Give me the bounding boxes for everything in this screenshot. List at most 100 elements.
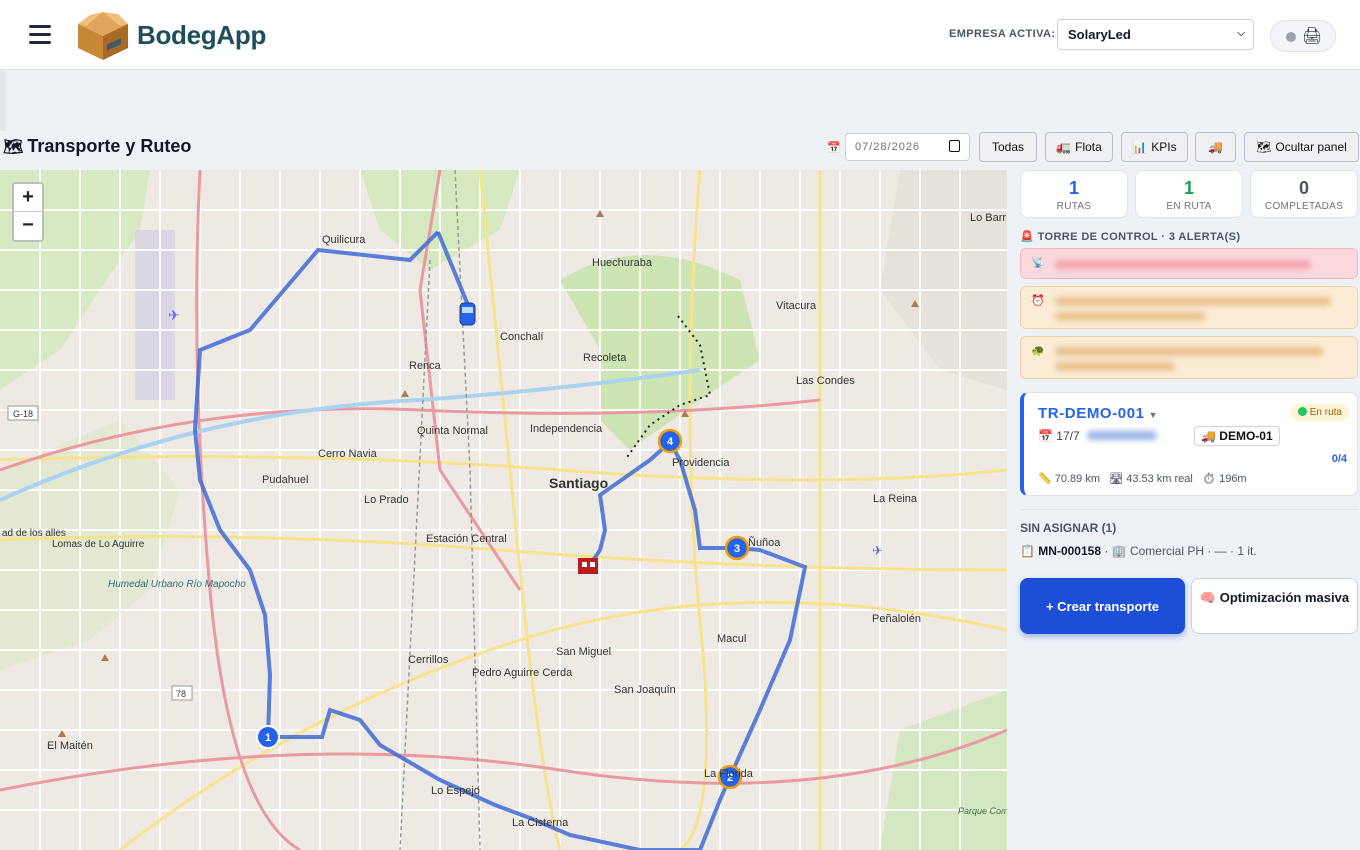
map-label: Lo Prado: [364, 494, 409, 506]
map-label: La Florida: [704, 768, 754, 780]
map-label: Quilicura: [322, 234, 366, 246]
route-map[interactable]: ✈ ✈ 1 2 3 4 Quilicura Huechuraba Vitacur…: [0, 170, 1007, 850]
divider: [1020, 509, 1358, 510]
status-dot-icon: [1286, 32, 1296, 42]
road-icon: 🛣: [1109, 473, 1124, 485]
printer-icon: 🖨: [1302, 28, 1323, 45]
empresa-label: EMPRESA ACTIVA:: [949, 28, 1056, 40]
stop-marker-1[interactable]: 1: [256, 725, 280, 749]
alert-text-redacted: [1055, 362, 1175, 371]
zoom-control: + −: [12, 182, 44, 242]
route-stats: 📏 70.89 km 🛣 43.53 km real ⏱ 196m: [1038, 472, 1247, 485]
airplane-icon: ✈: [872, 543, 883, 558]
left-strip: [0, 71, 6, 131]
route-duration: 196m: [1219, 473, 1247, 485]
hamburger-menu-icon[interactable]: [29, 25, 51, 45]
kpi-completadas: 0 COMPLETADAS: [1250, 170, 1358, 218]
map-icon: 🗺: [3, 139, 24, 156]
map-canvas[interactable]: ✈ ✈ 1 2 3 4 Quilicura Huechuraba Vitacur…: [0, 170, 1007, 850]
map-label: Santiago: [549, 475, 608, 491]
todas-button[interactable]: Todas: [979, 132, 1037, 162]
ocultar-label: Ocultar panel: [1275, 140, 1347, 154]
alert-text-redacted: [1055, 312, 1205, 321]
alert-late[interactable]: ⏰: [1020, 286, 1358, 329]
route-id-text: TR-DEMO-001: [1038, 405, 1145, 422]
alarm-clock-icon: ⏰: [1031, 295, 1045, 307]
route-date: 📅 17/7: [1038, 429, 1157, 443]
kpis-button[interactable]: 📊 KPIs: [1121, 132, 1188, 162]
route-progress: 0/4: [1331, 453, 1347, 465]
map-label: Cerro Navia: [318, 448, 378, 460]
driver-name-redacted: [1087, 431, 1157, 440]
map-label: La Cisterna: [512, 817, 569, 829]
warehouse-marker-icon[interactable]: [578, 558, 598, 574]
road-shield: G-18: [13, 409, 33, 419]
route-id[interactable]: TR-DEMO-001 ▼: [1038, 405, 1158, 422]
map-label: Vitacura: [776, 300, 817, 312]
map-label: Parque Comunitario Bosque Pantanal: [958, 806, 1007, 816]
control-tower-text: TORRE DE CONTROL · 3 ALERTA(S): [1037, 231, 1241, 243]
alert-gps[interactable]: 📡: [1020, 248, 1358, 279]
map-label: Humedal Urbano Río Mapocho: [108, 579, 246, 590]
status-text: En ruta: [1309, 407, 1342, 418]
kpi-rutas: 1 RUTAS: [1020, 170, 1128, 218]
alert-text-redacted: [1055, 347, 1323, 356]
route-card[interactable]: TR-DEMO-001 ▼ En ruta 📅 17/7 🚚 DEMO-01 0/…: [1020, 392, 1358, 496]
vehicle-tag: 🚚 DEMO-01: [1194, 426, 1280, 446]
brain-icon: 🧠: [1199, 590, 1217, 605]
kpi-value: 1: [1068, 178, 1079, 198]
map-label: Conchalí: [500, 331, 543, 343]
vehicle-marker-icon[interactable]: [459, 302, 476, 326]
create-transport-button[interactable]: + Crear transporte: [1020, 578, 1185, 634]
page-title: 🗺 Transporte y Ruteo: [3, 136, 191, 157]
kpi-label: COMPLETADAS: [1264, 201, 1344, 212]
kpi-label: EN RUTA: [1166, 201, 1212, 212]
date-input-value: 07/28/2026: [855, 141, 921, 153]
stop-number: 1: [265, 732, 271, 744]
delivery-truck-button[interactable]: 🚚: [1195, 132, 1236, 162]
map-label: Independencia: [530, 423, 603, 435]
map-label: Lo Espejo: [431, 785, 480, 797]
calendar-picker-icon[interactable]: [949, 140, 960, 152]
caret-down-icon[interactable]: ▼: [1149, 410, 1159, 420]
map-label: Estación Central: [426, 533, 507, 545]
zoom-out-button[interactable]: −: [14, 212, 42, 240]
unassigned-header: SIN ASIGNAR (1): [1020, 521, 1117, 535]
kpi-value: 1: [1183, 178, 1194, 198]
map-label: El Maitén: [47, 740, 93, 752]
printer-toggle[interactable]: 🖨: [1270, 20, 1336, 52]
ocultar-panel-button[interactable]: 🗺 Ocultar panel: [1244, 132, 1359, 162]
status-badge: En ruta: [1290, 404, 1349, 421]
flota-button[interactable]: 🚛 Flota: [1045, 132, 1113, 162]
stop-marker-4[interactable]: 4: [657, 428, 683, 454]
map-label: Lo Barr: [970, 212, 1006, 224]
delivery-truck-icon: 🚚: [1208, 140, 1223, 154]
route-distance: 70.89 km: [1054, 473, 1101, 485]
satellite-icon: 📡: [1031, 257, 1045, 269]
kpi-value: 0: [1298, 178, 1309, 198]
empresa-select[interactable]: SolaryLed ⌵: [1057, 19, 1254, 50]
map-label: Quinta Normal: [417, 425, 488, 437]
alert-slow[interactable]: 🐢: [1020, 336, 1358, 379]
map-label: Recoleta: [583, 352, 627, 364]
chevron-down-icon: ⌵: [1237, 28, 1245, 39]
clipboard-icon: 📋: [1020, 544, 1035, 558]
kpis-label: KPIs: [1151, 140, 1177, 154]
mass-optimization-button[interactable]: 🧠 Optimización masiva: [1191, 578, 1358, 634]
map-small-icon: 🗺: [1256, 140, 1272, 154]
map-label: Huechuraba: [592, 257, 653, 269]
airplane-icon: ✈: [168, 307, 180, 323]
stop-number: 4: [667, 436, 674, 448]
map-label: Pudahuel: [262, 474, 309, 486]
stop-marker-3[interactable]: 3: [724, 535, 750, 561]
ruler-icon: 📏: [1038, 473, 1052, 485]
siren-icon: 🚨: [1020, 231, 1035, 243]
map-label: Cerrillos: [408, 654, 449, 666]
building-icon: 🏢: [1111, 544, 1127, 558]
unassigned-order[interactable]: 📋 MN-000158 · 🏢 Comercial PH · — · 1 it.: [1020, 544, 1257, 558]
map-label: Las Condes: [796, 375, 855, 387]
zoom-in-button[interactable]: +: [14, 184, 42, 212]
calendar-icon: 📅: [1038, 429, 1053, 443]
stop-number: 3: [734, 543, 740, 555]
date-input[interactable]: 07/28/2026: [845, 133, 970, 161]
